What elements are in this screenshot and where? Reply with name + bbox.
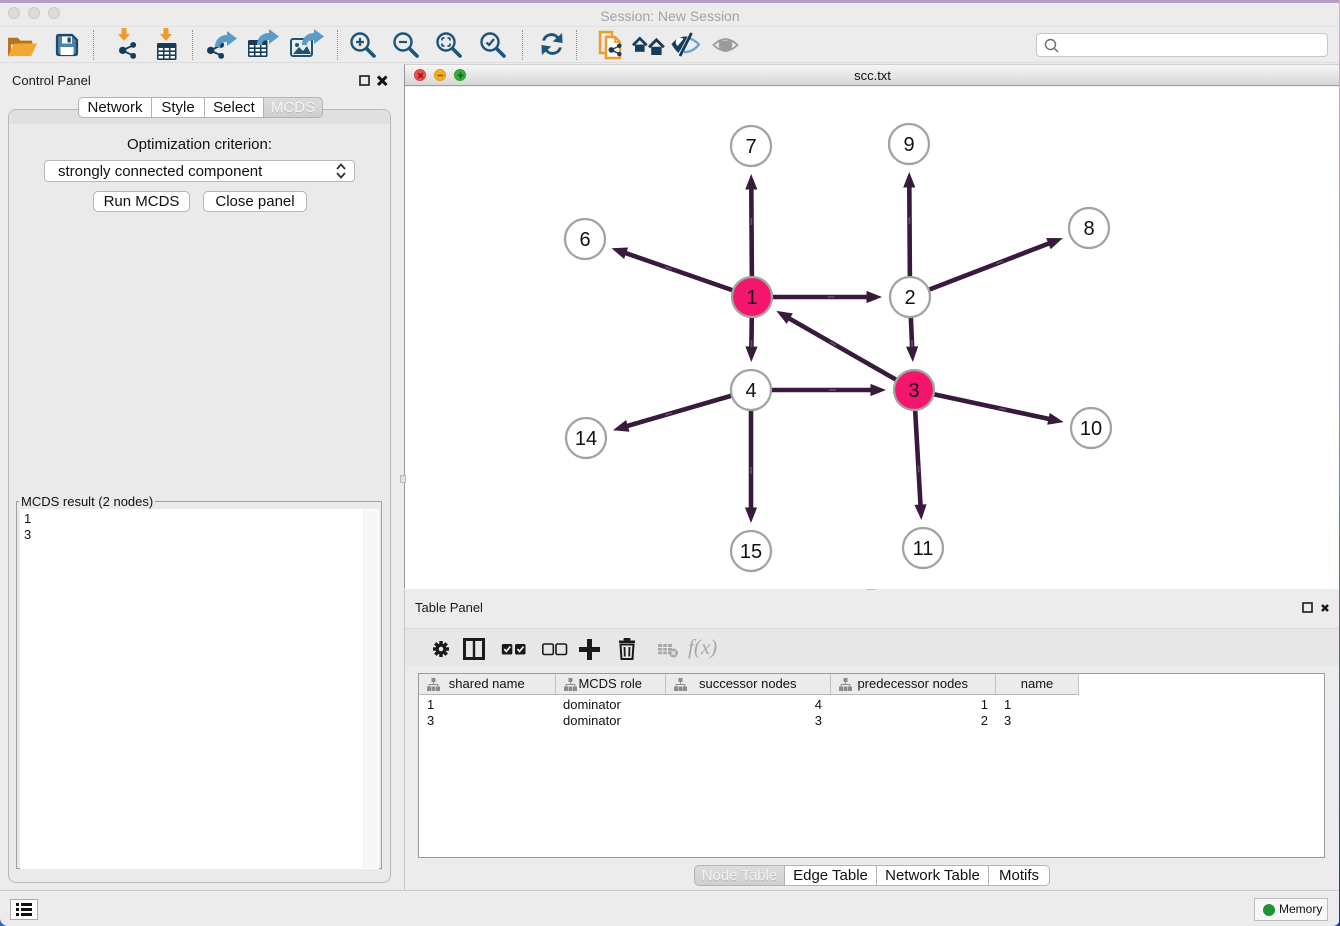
svg-text:15: 15 [740, 541, 762, 563]
svg-text:f(x): f(x) [688, 638, 717, 659]
svg-text:11: 11 [913, 538, 934, 560]
svg-text:3: 3 [908, 380, 919, 402]
svg-text:7: 7 [745, 136, 756, 158]
svg-text:1: 1 [746, 287, 757, 309]
svg-text:9: 9 [903, 134, 914, 156]
svg-text:2: 2 [904, 287, 915, 309]
svg-text:8: 8 [1083, 218, 1094, 240]
svg-text:14: 14 [575, 428, 597, 450]
svg-text:6: 6 [579, 229, 590, 251]
svg-text:10: 10 [1080, 418, 1102, 440]
svg-text:4: 4 [745, 380, 756, 402]
